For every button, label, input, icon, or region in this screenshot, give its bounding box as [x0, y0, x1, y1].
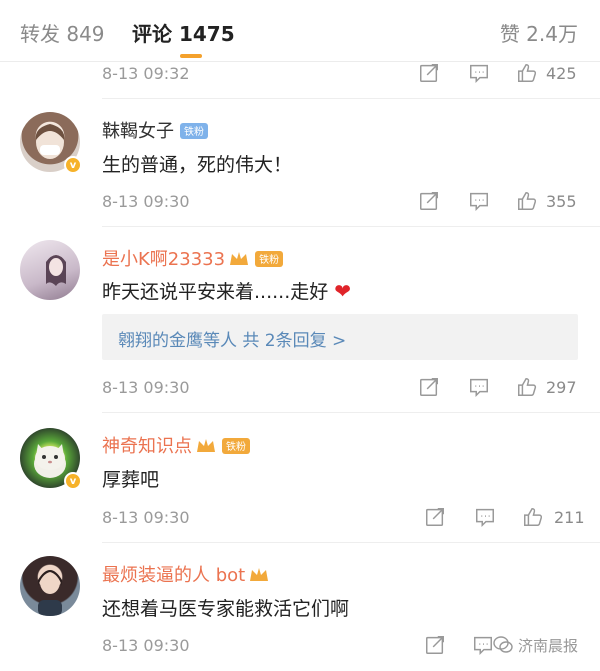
comment-footer: 8-13 09:30 355	[0, 186, 600, 220]
verified-badge-icon: v	[64, 156, 82, 174]
username-text: 神奇知识点	[102, 436, 192, 457]
like-count: 425	[546, 64, 577, 83]
girl-avatar	[46, 255, 66, 286]
comment-icon[interactable]	[464, 58, 494, 88]
woman-portrait-avatar	[38, 570, 62, 616]
comment-time: 8-13 09:30	[102, 378, 190, 397]
comment-footer: 8-13 09:30 297	[0, 372, 600, 406]
comment-icon[interactable]	[464, 186, 494, 216]
comment-icon[interactable]	[464, 372, 494, 402]
comment-time: 8-13 09:30	[102, 192, 190, 211]
comment-icon[interactable]	[470, 502, 500, 532]
comment-text: 昨天还说平安来着......走好 ❤	[102, 277, 351, 304]
like-count: 355	[546, 192, 577, 211]
comment-footer: 8-13 09:30 211	[0, 502, 600, 536]
red-heart-icon: ❤	[334, 279, 352, 303]
comment-time: 8-13 09:32	[102, 64, 190, 83]
thumbs-up-icon[interactable]	[518, 502, 548, 532]
comment-text: 厚葬吧	[102, 469, 160, 491]
divider	[102, 542, 600, 543]
share-icon[interactable]	[414, 186, 444, 216]
comment-username[interactable]: 神奇知识点 铁粉	[102, 432, 250, 458]
username-text: 最烦装逼的人 bot	[102, 565, 246, 586]
comment-username[interactable]: 最烦装逼的人 bot	[102, 561, 269, 587]
comment-footer: 8-13 09:32 425	[0, 58, 600, 92]
divider	[102, 412, 600, 413]
fan-badge: 铁粉	[255, 250, 284, 267]
view-replies-link[interactable]: 翱翔的金鹰等人 共 2条回复 >	[118, 326, 346, 351]
comment-text: 生的普通，死的伟大！	[102, 154, 293, 176]
fan-badge: 铁粉	[222, 437, 250, 454]
comment-username[interactable]: 靺鞨女子 铁粉	[102, 117, 208, 143]
thumbs-up-icon[interactable]	[512, 186, 542, 216]
crown-icon	[197, 439, 215, 452]
crown-icon	[250, 568, 269, 581]
tab-like[interactable]: 赞 2.4万	[500, 18, 578, 47]
like-count: 211	[554, 508, 585, 527]
reply-summary-box[interactable]: 翱翔的金鹰等人 共 2条回复 >	[102, 314, 578, 360]
share-icon[interactable]	[414, 372, 444, 402]
comment-tabs: 转发 849 评论 1475 赞 2.4万	[0, 0, 600, 62]
watermark: 济南晨报	[492, 634, 578, 656]
avatar[interactable]	[20, 556, 80, 616]
like-count: 297	[546, 378, 577, 397]
username-text: 靺鞨女子	[102, 121, 174, 142]
share-icon[interactable]	[420, 630, 450, 660]
thumbs-up-icon[interactable]	[512, 58, 542, 88]
share-icon[interactable]	[420, 502, 450, 532]
fan-badge: 铁粉	[180, 122, 208, 139]
comment-text-content: 昨天还说平安来着......走好	[102, 281, 329, 303]
tab-comment[interactable]: 评论 1475	[132, 18, 235, 47]
wechat-icon	[493, 636, 513, 653]
crown-icon	[230, 252, 249, 265]
comment-time: 8-13 09:30	[102, 508, 190, 527]
comment-username[interactable]: 是小K啊23333 铁粉	[102, 245, 284, 271]
verified-badge-icon: v	[64, 472, 82, 490]
share-icon[interactable]	[414, 58, 444, 88]
tab-repost[interactable]: 转发 849	[20, 18, 105, 47]
divider	[102, 226, 600, 227]
comment-text: 还想着马医专家能救活它们啊	[102, 598, 350, 620]
divider	[102, 98, 600, 99]
username-text: 是小K啊23333	[102, 249, 226, 270]
watermark-text: 济南晨报	[518, 636, 579, 655]
thumbs-up-icon[interactable]	[512, 372, 542, 402]
comment-time: 8-13 09:30	[102, 636, 190, 655]
avatar[interactable]	[20, 240, 80, 300]
